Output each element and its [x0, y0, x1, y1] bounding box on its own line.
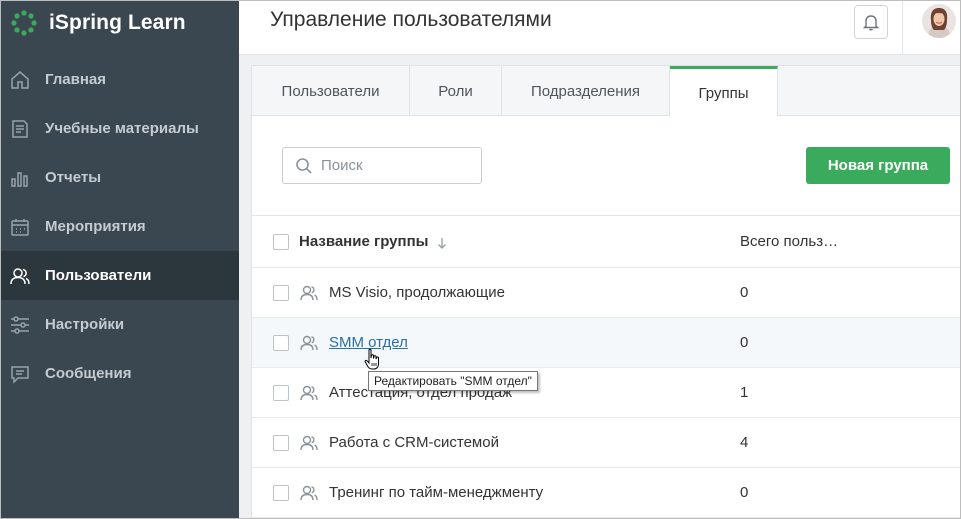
table-row: Работа с CRM-системой 4 [252, 418, 961, 468]
page-title: Управление пользователями [270, 8, 552, 31]
group-name[interactable]: MS Visio, продолжающие [329, 284, 505, 301]
sidebar-item-label: Главная [45, 71, 107, 88]
sidebar-nav: Главная Учебные материалы Отчеты Меропри… [0, 55, 239, 398]
content-card: Пользователи Роли Подразделения Группы Н… [251, 65, 961, 519]
group-icon [299, 283, 319, 303]
app-logo[interactable]: iSpring Learn [0, 0, 239, 45]
main-area: Пользователи Роли Подразделения Группы Н… [239, 55, 961, 519]
sidebar-item-users[interactable]: Пользователи [0, 251, 239, 300]
groups-table: Название группы Всего польз… MS Visio, п… [252, 215, 961, 518]
home-icon [8, 68, 32, 92]
search-icon [296, 157, 312, 174]
row-checkbox[interactable] [273, 484, 289, 501]
sidebar-item-label: Отчеты [45, 169, 102, 186]
users-icon [8, 264, 32, 288]
group-user-count: 0 [740, 334, 749, 351]
group-name[interactable]: Тренинг по тайм-менеджменту [329, 484, 543, 501]
group-icon [299, 433, 319, 453]
sort-arrow-down-icon [436, 236, 448, 249]
table-row: SMM отдел 0 [252, 318, 961, 368]
new-group-button[interactable]: Новая группа [806, 147, 950, 184]
sidebar-item-messages[interactable]: Сообщения [0, 349, 239, 398]
group-user-count: 0 [740, 284, 749, 301]
sidebar-item-label: Учебные материалы [45, 120, 199, 137]
column-header-name[interactable]: Название группы [299, 233, 448, 250]
sidebar-item-settings[interactable]: Настройки [0, 300, 239, 349]
group-icon [299, 483, 319, 503]
tab-departments[interactable]: Подразделения [502, 66, 670, 116]
edit-tooltip: Редактировать "SMM отдел" [368, 371, 538, 391]
group-name[interactable]: Работа с CRM-системой [329, 434, 499, 451]
user-avatar[interactable] [922, 4, 956, 38]
select-all-checkbox[interactable] [273, 233, 289, 250]
table-header-row: Название группы Всего польз… [252, 216, 961, 268]
group-user-count: 0 [740, 484, 749, 501]
document-icon [8, 117, 32, 141]
search-box [282, 147, 482, 184]
sidebar-item-home[interactable]: Главная [0, 55, 239, 104]
sidebar-item-events[interactable]: Мероприятия [0, 202, 239, 251]
bell-icon [862, 15, 880, 31]
row-checkbox[interactable] [273, 334, 289, 351]
search-input[interactable] [321, 157, 471, 174]
header-divider [902, 0, 903, 55]
tab-bar: Пользователи Роли Подразделения Группы [252, 66, 961, 117]
row-checkbox[interactable] [273, 284, 289, 301]
sidebar-item-label: Пользователи [45, 267, 152, 284]
tab-roles[interactable]: Роли [410, 66, 502, 116]
column-header-count[interactable]: Всего польз… [740, 233, 838, 250]
sidebar-item-label: Сообщения [45, 365, 132, 382]
sidebar-item-learning-materials[interactable]: Учебные материалы [0, 104, 239, 153]
tab-groups[interactable]: Группы [670, 66, 778, 117]
message-icon [8, 362, 32, 386]
group-icon [299, 333, 319, 353]
page-header: Управление пользователями [239, 0, 961, 55]
group-user-count: 4 [740, 434, 749, 451]
sidebar-item-label: Настройки [45, 316, 125, 333]
sidebar: iSpring Learn Главная Учебные материалы … [0, 0, 239, 519]
bar-chart-icon [8, 166, 32, 190]
row-checkbox[interactable] [273, 434, 289, 451]
column-header-label: Название группы [299, 233, 429, 250]
row-checkbox[interactable] [273, 384, 289, 401]
table-row: Аттестация, отдел продаж 1 [252, 368, 961, 418]
sidebar-item-label: Мероприятия [45, 218, 146, 235]
app-name: iSpring Learn [49, 10, 186, 34]
sidebar-item-reports[interactable]: Отчеты [0, 153, 239, 202]
group-icon [299, 383, 319, 403]
tab-users[interactable]: Пользователи [252, 66, 410, 116]
hand-cursor-icon [364, 348, 379, 370]
sliders-icon [8, 313, 32, 337]
group-user-count: 1 [740, 384, 749, 401]
notifications-button[interactable] [854, 5, 888, 39]
table-row: MS Visio, продолжающие 0 [252, 268, 961, 318]
ispring-logo-icon [11, 9, 37, 36]
calendar-icon [8, 215, 32, 239]
table-row: Тренинг по тайм-менеджменту 0 [252, 468, 961, 518]
